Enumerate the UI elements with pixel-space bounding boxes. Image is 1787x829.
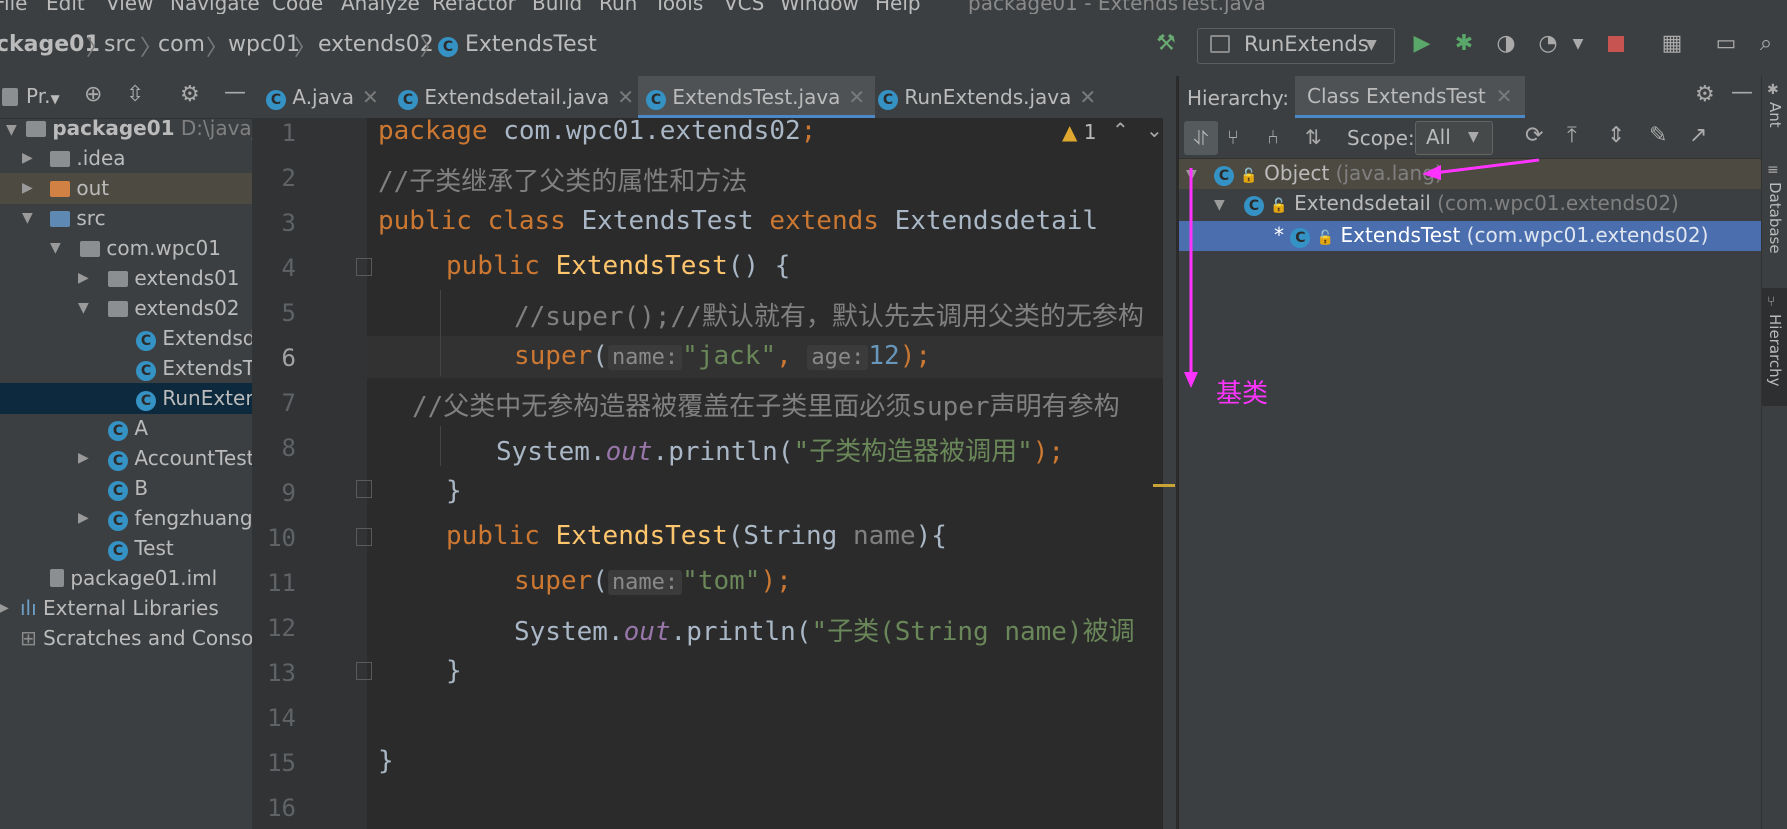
code-token: ( — [592, 341, 608, 371]
base-on-this-class-icon[interactable]: ⤒ — [1567, 123, 1577, 148]
code-token: ExtendsTest — [539, 521, 728, 551]
subtypes-hierarchy-icon[interactable]: ⑃ — [1267, 125, 1279, 149]
code-token: ( — [592, 566, 608, 596]
right-tool-strip: ✱ Ant ≡ Database ⑂ Hierarchy — [1761, 76, 1787, 829]
tab-label: Class ExtendsTest — [1307, 84, 1486, 108]
code-token: out — [623, 617, 671, 647]
code-token: .println( — [670, 617, 812, 647]
hierarchy-icon: ⑂ — [1767, 294, 1776, 310]
hide-panel-icon[interactable]: — — [1731, 80, 1753, 105]
terminal-icon[interactable]: ▭ — [1712, 30, 1740, 58]
code-token: public class — [378, 206, 566, 236]
code-token: 12 — [868, 341, 900, 371]
hierarchy-panel-header: Hierarchy: Class ExtendsTest ✕ ⚙ — — [1179, 76, 1761, 119]
run-configuration-label: RunExtends — [1244, 32, 1369, 56]
tab-class-extendstest[interactable]: Class ExtendsTest ✕ — [1295, 76, 1525, 118]
close-icon[interactable]: ✕ — [1496, 84, 1513, 108]
scope-value: All — [1426, 125, 1451, 149]
code-viewport: package com.wpc01.extends02; //子类继承了父类的属… — [0, 0, 1163, 829]
code-line-6: super(name: "jack", age: 12); — [514, 341, 931, 371]
code-line-1: package com.wpc01.extends02; — [378, 116, 816, 146]
annotation-arrows — [1184, 158, 1540, 388]
code-token: .println( — [652, 437, 794, 467]
tool-window-ant[interactable]: Ant — [1766, 102, 1784, 128]
code-token: ; — [800, 116, 817, 146]
hierarchy-title: Hierarchy: — [1187, 86, 1289, 110]
code-token: "jack" — [682, 341, 777, 371]
debug-icon[interactable]: ✱ — [1450, 30, 1478, 58]
run-icon[interactable]: ▶ — [1408, 30, 1436, 58]
code-line-15: } — [378, 746, 394, 776]
code-line-2: //子类继承了父类的属性和方法 — [378, 167, 748, 197]
stop-icon[interactable] — [1602, 30, 1630, 58]
tool-window-database[interactable]: Database — [1766, 182, 1784, 254]
code-token: () { — [727, 251, 791, 281]
code-token: super — [514, 566, 593, 596]
code-line-3: public class ExtendsTest extends Extends… — [378, 206, 1098, 236]
chevron-down-icon: ▼ — [1366, 37, 1377, 53]
code-line-4: public ExtendsTest() { — [446, 251, 790, 281]
code-token: super — [514, 341, 593, 371]
ant-icon: ✱ — [1767, 82, 1779, 98]
refresh-icon[interactable]: ⟳ — [1525, 123, 1543, 148]
code-token: "子类构造器被调用" — [793, 437, 1033, 467]
code-token: ); — [1032, 437, 1065, 467]
code-token: ExtendsTest — [565, 206, 770, 236]
profile-icon[interactable]: ◔ — [1534, 30, 1562, 58]
code-token: , — [776, 341, 792, 371]
code-line-11: super(name: "tom"); — [514, 566, 792, 596]
code-token: public — [446, 251, 540, 281]
code-line-5: //super();//默认就有，默认先去调用父类的无参构 — [514, 302, 1144, 332]
database-icon: ≡ — [1767, 162, 1779, 178]
scope-label: Scope: — [1347, 126, 1415, 150]
run-configuration-select[interactable]: RunExtends ▼ — [1197, 28, 1395, 64]
parameter-hint: age: — [807, 345, 869, 370]
code-token: ); — [899, 341, 932, 371]
code-token: name — [853, 521, 916, 551]
code-line-12: System.out.println("子类(String name)被调 — [514, 611, 1135, 648]
code-token: com.wpc01.extends02 — [487, 116, 801, 146]
application-icon — [1210, 35, 1230, 53]
code-token: package — [378, 116, 488, 146]
tool-window-hierarchy[interactable]: Hierarchy — [1766, 314, 1784, 387]
search-icon[interactable]: ⌕ — [1752, 30, 1780, 58]
code-token: ); — [760, 566, 792, 596]
annotation-pointer-line — [1433, 158, 1540, 175]
code-token: out — [605, 437, 653, 467]
gear-icon[interactable]: ⚙ — [1695, 82, 1715, 107]
annotation-arrowhead — [1422, 165, 1441, 180]
project-structure-icon[interactable]: ▦ — [1658, 30, 1686, 58]
code-token: System. — [514, 617, 624, 647]
code-line-8: System.out.println("子类构造器被调用"); — [496, 431, 1064, 468]
code-line-10: public ExtendsTest(String name){ — [446, 521, 947, 551]
code-token: public — [446, 521, 540, 551]
pin-icon[interactable]: ✎ — [1649, 123, 1667, 148]
code-token: System. — [496, 437, 606, 467]
chevron-down-icon: ▼ — [1468, 129, 1479, 145]
code-line-9: } — [446, 476, 462, 506]
export-icon[interactable]: ↗ — [1689, 123, 1707, 148]
code-token: (String — [727, 521, 853, 551]
sort-alphabetically-icon[interactable]: ⇅ — [1305, 125, 1322, 149]
annotation-arrowhead — [1184, 372, 1198, 388]
code-token: extends — [769, 206, 879, 236]
code-token: ){ — [915, 521, 947, 551]
profile-dropdown-icon[interactable]: ▼ — [1564, 30, 1592, 58]
coverage-icon[interactable]: ◑ — [1492, 30, 1520, 58]
code-line-7: //父类中无参构造器被覆盖在子类里面必须super声明有参构 — [412, 392, 1120, 422]
annotation-label: 基类 — [1216, 379, 1269, 409]
expand-all-icon[interactable]: ⇕ — [1607, 123, 1625, 148]
code-token: ExtendsTest — [539, 251, 728, 281]
code-token: "tom" — [682, 566, 761, 596]
code-token: "子类(String name)被调 — [811, 617, 1135, 647]
parameter-hint: name: — [607, 570, 683, 595]
code-line-13: } — [446, 656, 462, 686]
editor-scrollbar[interactable] — [1163, 118, 1176, 829]
parameter-hint: name: — [607, 345, 683, 370]
supertypes-hierarchy-icon[interactable]: ⑂ — [1227, 125, 1239, 149]
code-token: Extendsdetail — [878, 206, 1099, 236]
